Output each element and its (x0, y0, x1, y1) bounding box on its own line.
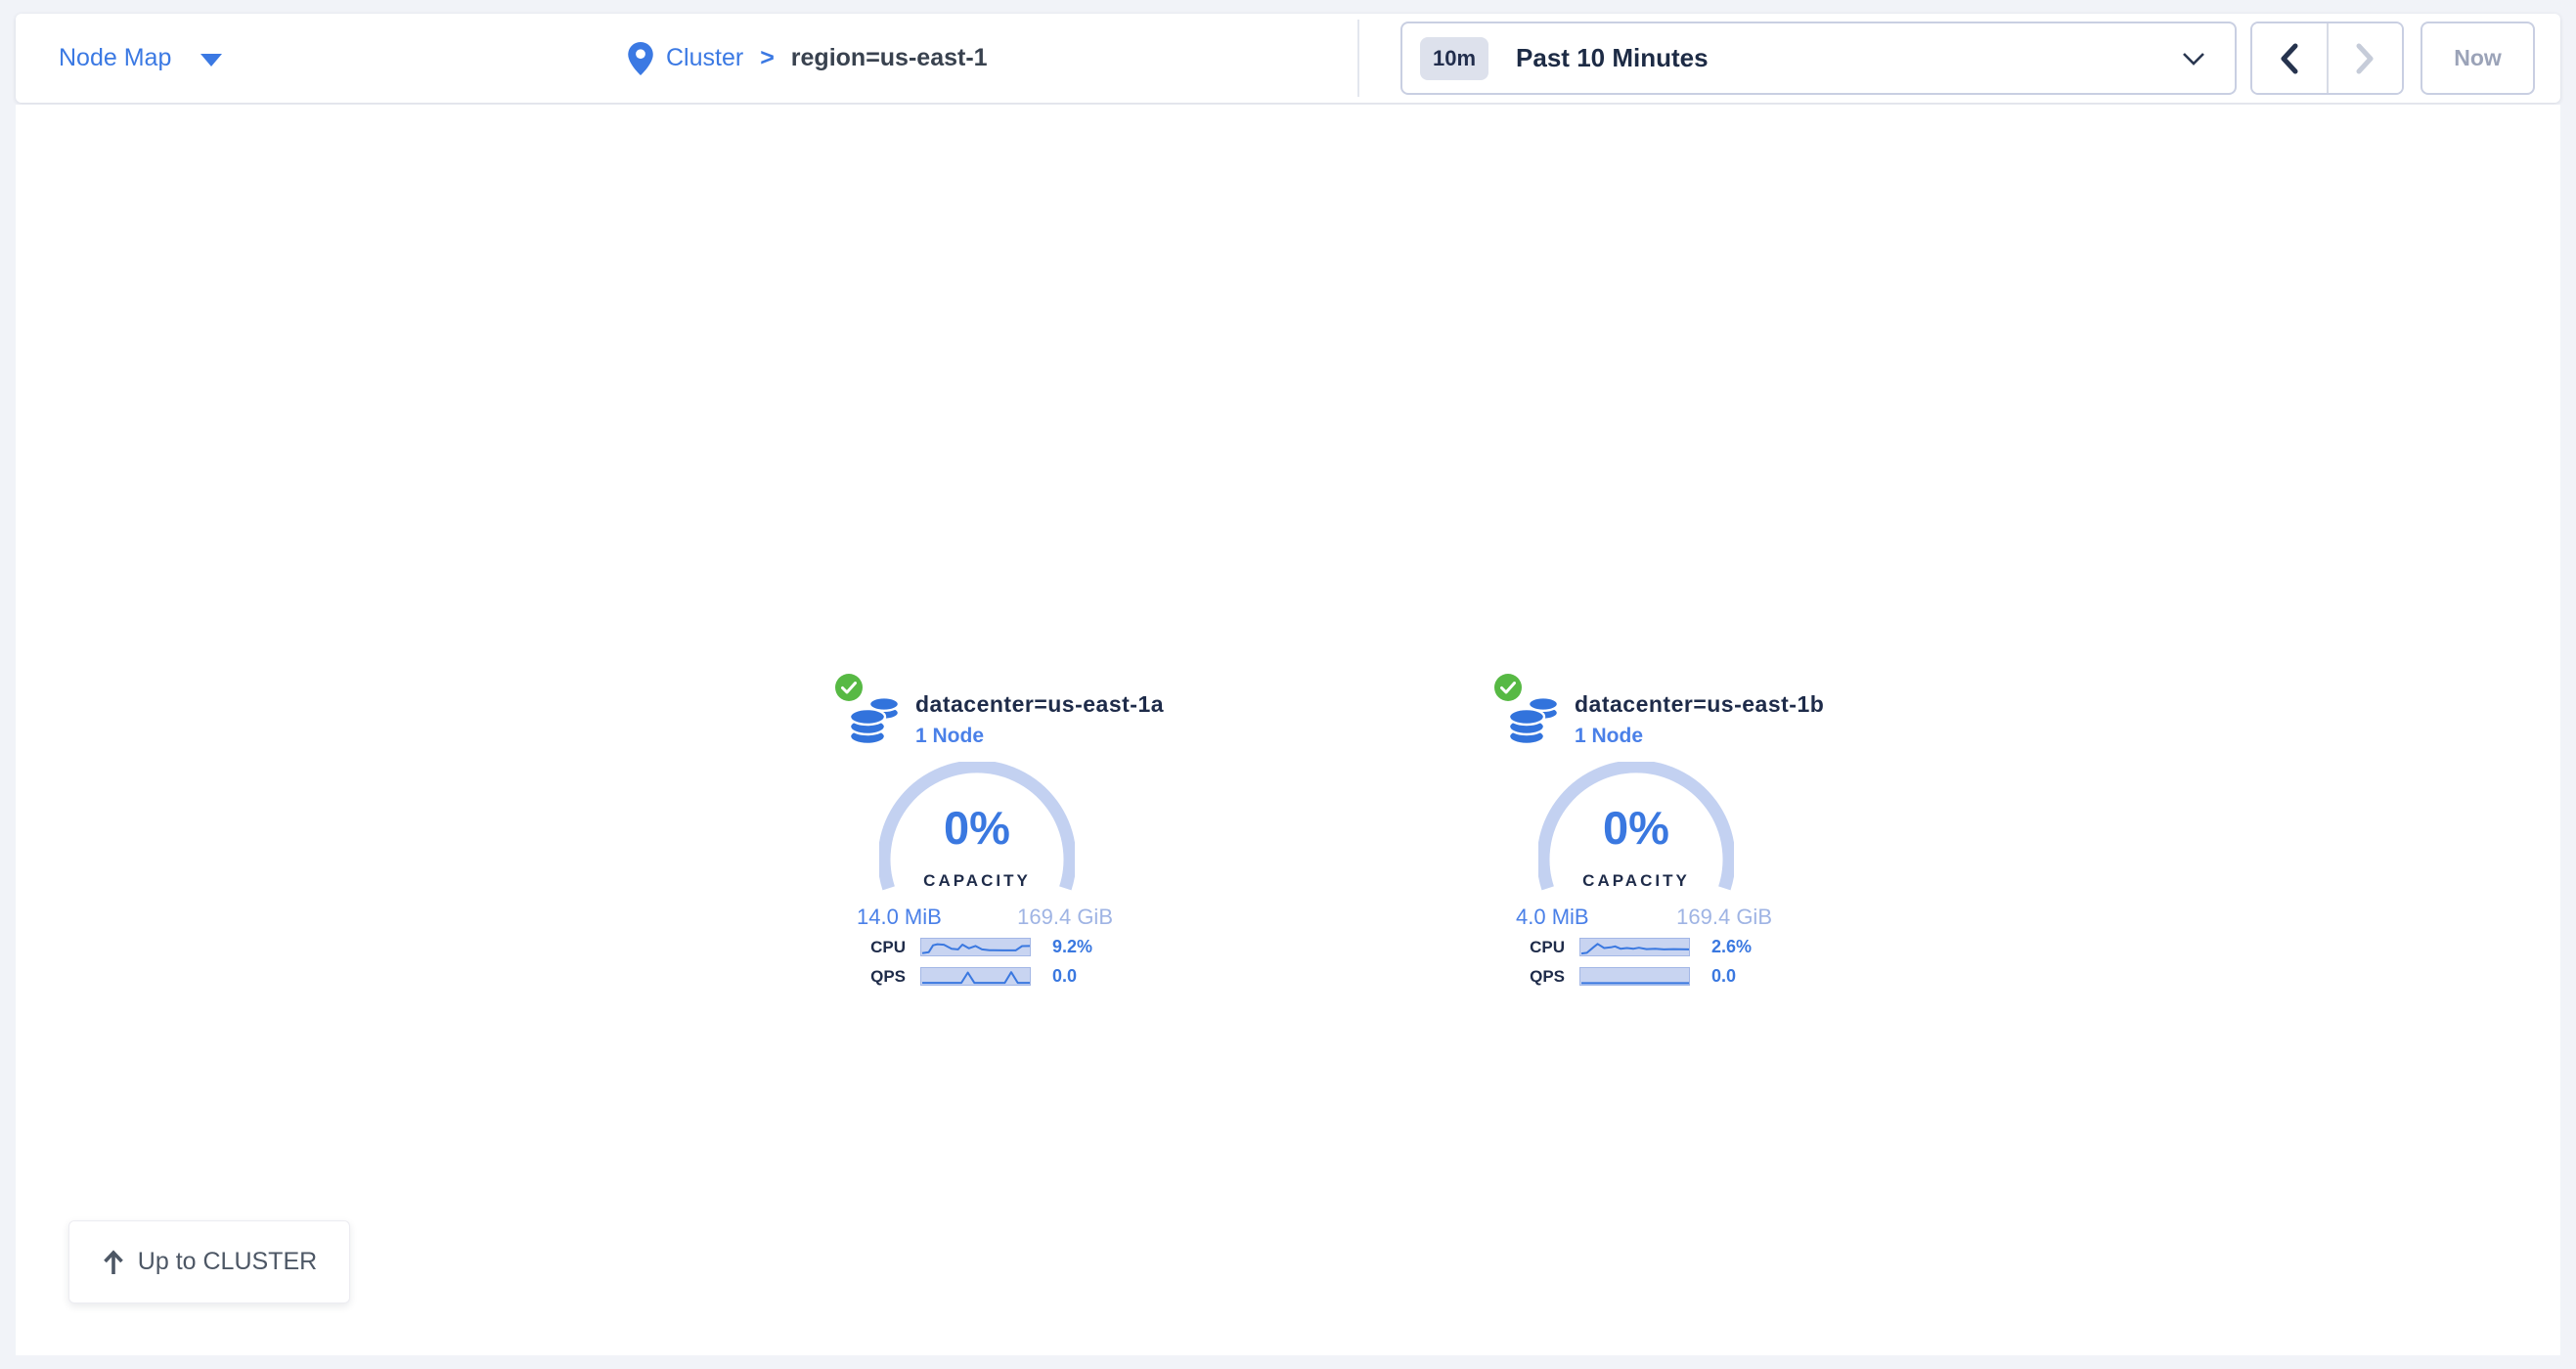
capacity-percent: 0% (879, 801, 1075, 855)
location-pin-icon (628, 42, 653, 75)
cpu-sparkline (1579, 938, 1690, 956)
up-to-cluster-label: Up to CLUSTER (138, 1248, 317, 1276)
datacenter-card-header: datacenter=us-east-1a 1 Node (915, 691, 1164, 748)
time-range-select[interactable]: 10m Past 10 Minutes (1400, 22, 2237, 95)
capacity-used: 14.0 MiB (857, 905, 942, 930)
cpu-stat-row: CPU 2.6% (1494, 938, 1788, 956)
check-circle-icon (835, 674, 863, 701)
view-selector-dropdown[interactable]: Node Map (59, 14, 222, 103)
caret-down-icon (200, 54, 222, 66)
capacity-percent: 0% (1538, 801, 1734, 855)
time-step-back-button[interactable] (2252, 23, 2327, 93)
chevron-left-icon (2278, 43, 2301, 74)
header-divider (1357, 20, 1359, 97)
breadcrumb-cluster-link[interactable]: Cluster (666, 44, 743, 72)
chevron-right-icon (2353, 43, 2376, 74)
stat-rows: CPU 2.6% QPS 0.0 (1494, 938, 1788, 996)
datacenter-title: datacenter=us-east-1b (1575, 691, 1824, 718)
datacenter-card-us-east-1b[interactable]: datacenter=us-east-1b 1 Node 0% CAPACITY… (1494, 678, 1788, 1000)
capacity-values: 4.0 MiB 169.4 GiB (1516, 905, 1772, 930)
qps-value: 0.0 (1711, 966, 1736, 987)
qps-label: QPS (835, 967, 906, 987)
breadcrumb-current-region: region=us-east-1 (791, 44, 988, 72)
datacenter-card-us-east-1a[interactable]: datacenter=us-east-1a 1 Node 0% CAPACITY… (835, 678, 1129, 1000)
capacity-total: 169.4 GiB (1017, 905, 1113, 930)
database-stack-icon (847, 693, 904, 755)
capacity-label: CAPACITY (879, 871, 1075, 891)
time-step-forward-button[interactable] (2327, 23, 2403, 93)
breadcrumb-separator: > (760, 44, 775, 72)
qps-stat-row: QPS 0.0 (1494, 967, 1788, 986)
cpu-value: 2.6% (1711, 937, 1752, 957)
cpu-stat-row: CPU 9.2% (835, 938, 1129, 956)
chevron-down-icon (2182, 52, 2205, 66)
time-step-button-group (2250, 22, 2404, 95)
cpu-label: CPU (835, 938, 906, 957)
breadcrumb: Cluster > region=us-east-1 (628, 14, 988, 103)
datacenter-card-header: datacenter=us-east-1b 1 Node (1575, 691, 1824, 748)
datacenter-node-count: 1 Node (1575, 725, 1824, 748)
time-range-badge: 10m (1420, 37, 1488, 80)
cpu-label: CPU (1494, 938, 1565, 957)
qps-stat-row: QPS 0.0 (835, 967, 1129, 986)
qps-sparkline (920, 967, 1031, 986)
up-to-cluster-button[interactable]: Up to CLUSTER (68, 1220, 350, 1303)
time-range-label: Past 10 Minutes (1516, 43, 1709, 73)
node-map-canvas: datacenter=us-east-1a 1 Node 0% CAPACITY… (16, 105, 2560, 1355)
datacenter-node-count: 1 Node (915, 725, 1164, 748)
capacity-label: CAPACITY (1538, 871, 1734, 891)
qps-value: 0.0 (1052, 966, 1077, 987)
qps-sparkline (1579, 967, 1690, 986)
cpu-value: 9.2% (1052, 937, 1092, 957)
capacity-used: 4.0 MiB (1516, 905, 1589, 930)
check-circle-icon (1494, 674, 1522, 701)
cpu-sparkline (920, 938, 1031, 956)
capacity-total: 169.4 GiB (1676, 905, 1772, 930)
database-stack-icon (1506, 693, 1563, 755)
header-bar: Node Map Cluster > region=us-east-1 10m … (16, 14, 2560, 103)
view-selector-label: Node Map (59, 44, 171, 72)
capacity-values: 14.0 MiB 169.4 GiB (857, 905, 1113, 930)
now-button[interactable]: Now (2421, 22, 2535, 95)
stat-rows: CPU 9.2% QPS 0.0 (835, 938, 1129, 996)
qps-label: QPS (1494, 967, 1565, 987)
arrow-up-icon (102, 1249, 125, 1276)
datacenter-title: datacenter=us-east-1a (915, 691, 1164, 718)
